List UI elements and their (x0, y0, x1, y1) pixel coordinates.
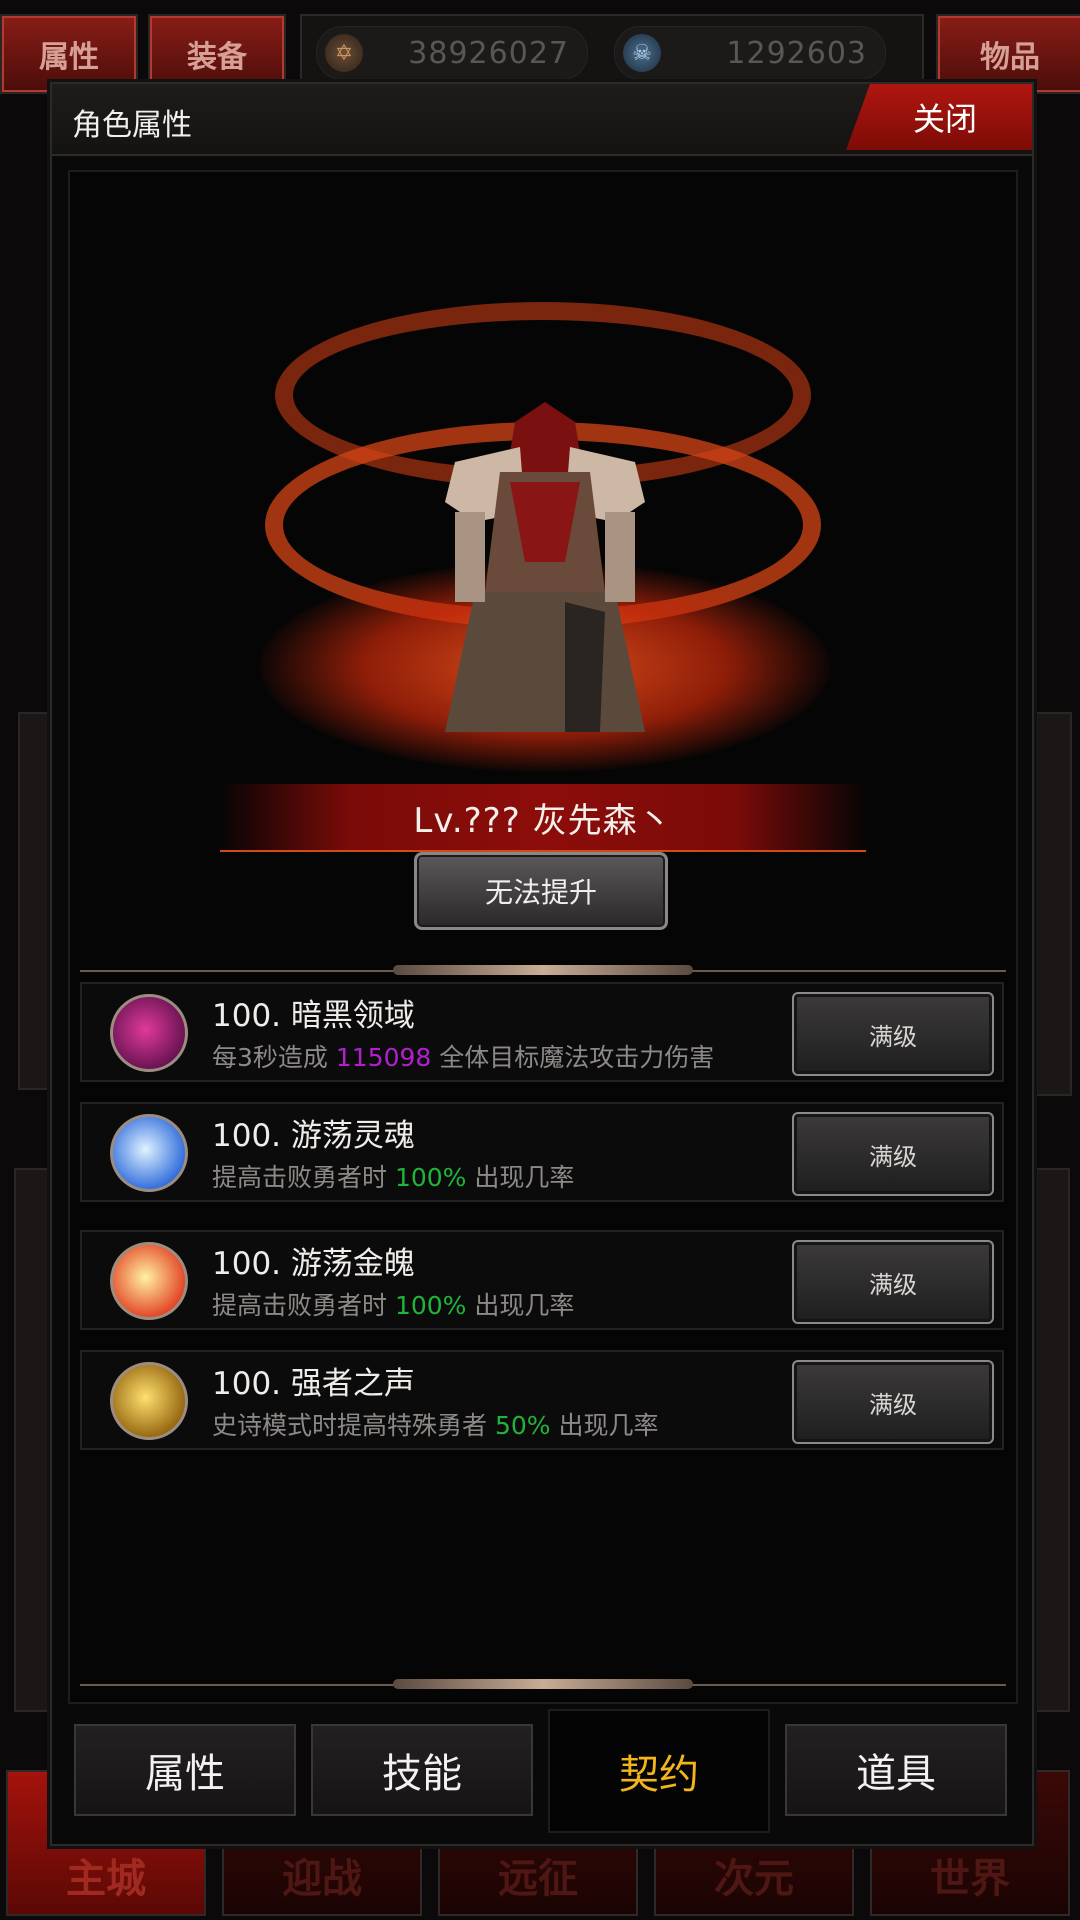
tab-attributes[interactable]: 属性 (74, 1724, 296, 1816)
skill-value: 50% (494, 1411, 551, 1440)
skill-description: 提高击败勇者时 100% 出现几率 (212, 1291, 575, 1320)
skill-title: 100. 暗黑领域 (212, 998, 415, 1034)
skill-title: 100. 强者之声 (212, 1366, 415, 1402)
dark-domain-icon (110, 994, 188, 1072)
character-display: Lv.??? 灰先森丶 (70, 172, 1016, 862)
character-attributes-modal: 角色属性 关闭 Lv.??? 灰先森丶 无法提升 100. 暗黑领域 每3秒造成… (50, 82, 1034, 1846)
skill-row: 100. 游荡金魄 提高击败勇者时 100% 出现几率 满级 (80, 1230, 1004, 1330)
skill-value: 100% (394, 1291, 467, 1320)
gold-coin-icon: ✡ (325, 34, 363, 72)
max-level-button[interactable]: 满级 (792, 1360, 994, 1444)
skill-row: 100. 暗黑领域 每3秒造成 115098 全体目标魔法攻击力伤害 满级 (80, 982, 1004, 1082)
skill-row: 100. 游荡灵魂 提高击败勇者时 100% 出现几率 满级 (80, 1102, 1004, 1202)
gold-amount: 38926027 (408, 35, 569, 71)
divider-bottom (80, 1679, 1006, 1689)
modal-title: 角色属性 (72, 108, 192, 143)
upgrade-button[interactable]: 无法提升 (414, 852, 668, 930)
skull-currency: ☠ 1292603 (614, 26, 886, 80)
skill-description: 史诗模式时提高特殊勇者 50% 出现几率 (212, 1411, 659, 1440)
character-name: Lv.??? 灰先森丶 (220, 784, 866, 852)
max-level-button[interactable]: 满级 (792, 1240, 994, 1324)
wandering-soul-icon (110, 1114, 188, 1192)
modal-header: 角色属性 关闭 (52, 84, 1032, 156)
modal-content: Lv.??? 灰先森丶 无法提升 100. 暗黑领域 每3秒造成 115098 … (68, 170, 1018, 1704)
gold-currency: ✡ 38926027 (316, 26, 588, 80)
tab-items[interactable]: 道具 (785, 1724, 1007, 1816)
max-level-button[interactable]: 满级 (792, 992, 994, 1076)
skill-description: 提高击败勇者时 100% 出现几率 (212, 1163, 575, 1192)
wandering-gold-soul-icon (110, 1242, 188, 1320)
skill-description: 每3秒造成 115098 全体目标魔法攻击力伤害 (212, 1043, 715, 1072)
skill-value: 115098 (335, 1043, 432, 1072)
skull-coin-icon: ☠ (623, 34, 661, 72)
max-level-button[interactable]: 满级 (792, 1112, 994, 1196)
skill-value: 100% (394, 1163, 467, 1192)
skill-title: 100. 游荡灵魂 (212, 1118, 415, 1154)
character-sprite (445, 402, 645, 732)
tab-skills[interactable]: 技能 (311, 1724, 533, 1816)
voice-of-strong-icon (110, 1362, 188, 1440)
close-button[interactable]: 关闭 (846, 84, 1032, 150)
tab-contract[interactable]: 契约 (548, 1709, 770, 1833)
skull-amount: 1292603 (726, 35, 867, 71)
skill-title: 100. 游荡金魄 (212, 1246, 415, 1282)
skill-row: 100. 强者之声 史诗模式时提高特殊勇者 50% 出现几率 满级 (80, 1350, 1004, 1450)
divider-top (80, 965, 1006, 975)
